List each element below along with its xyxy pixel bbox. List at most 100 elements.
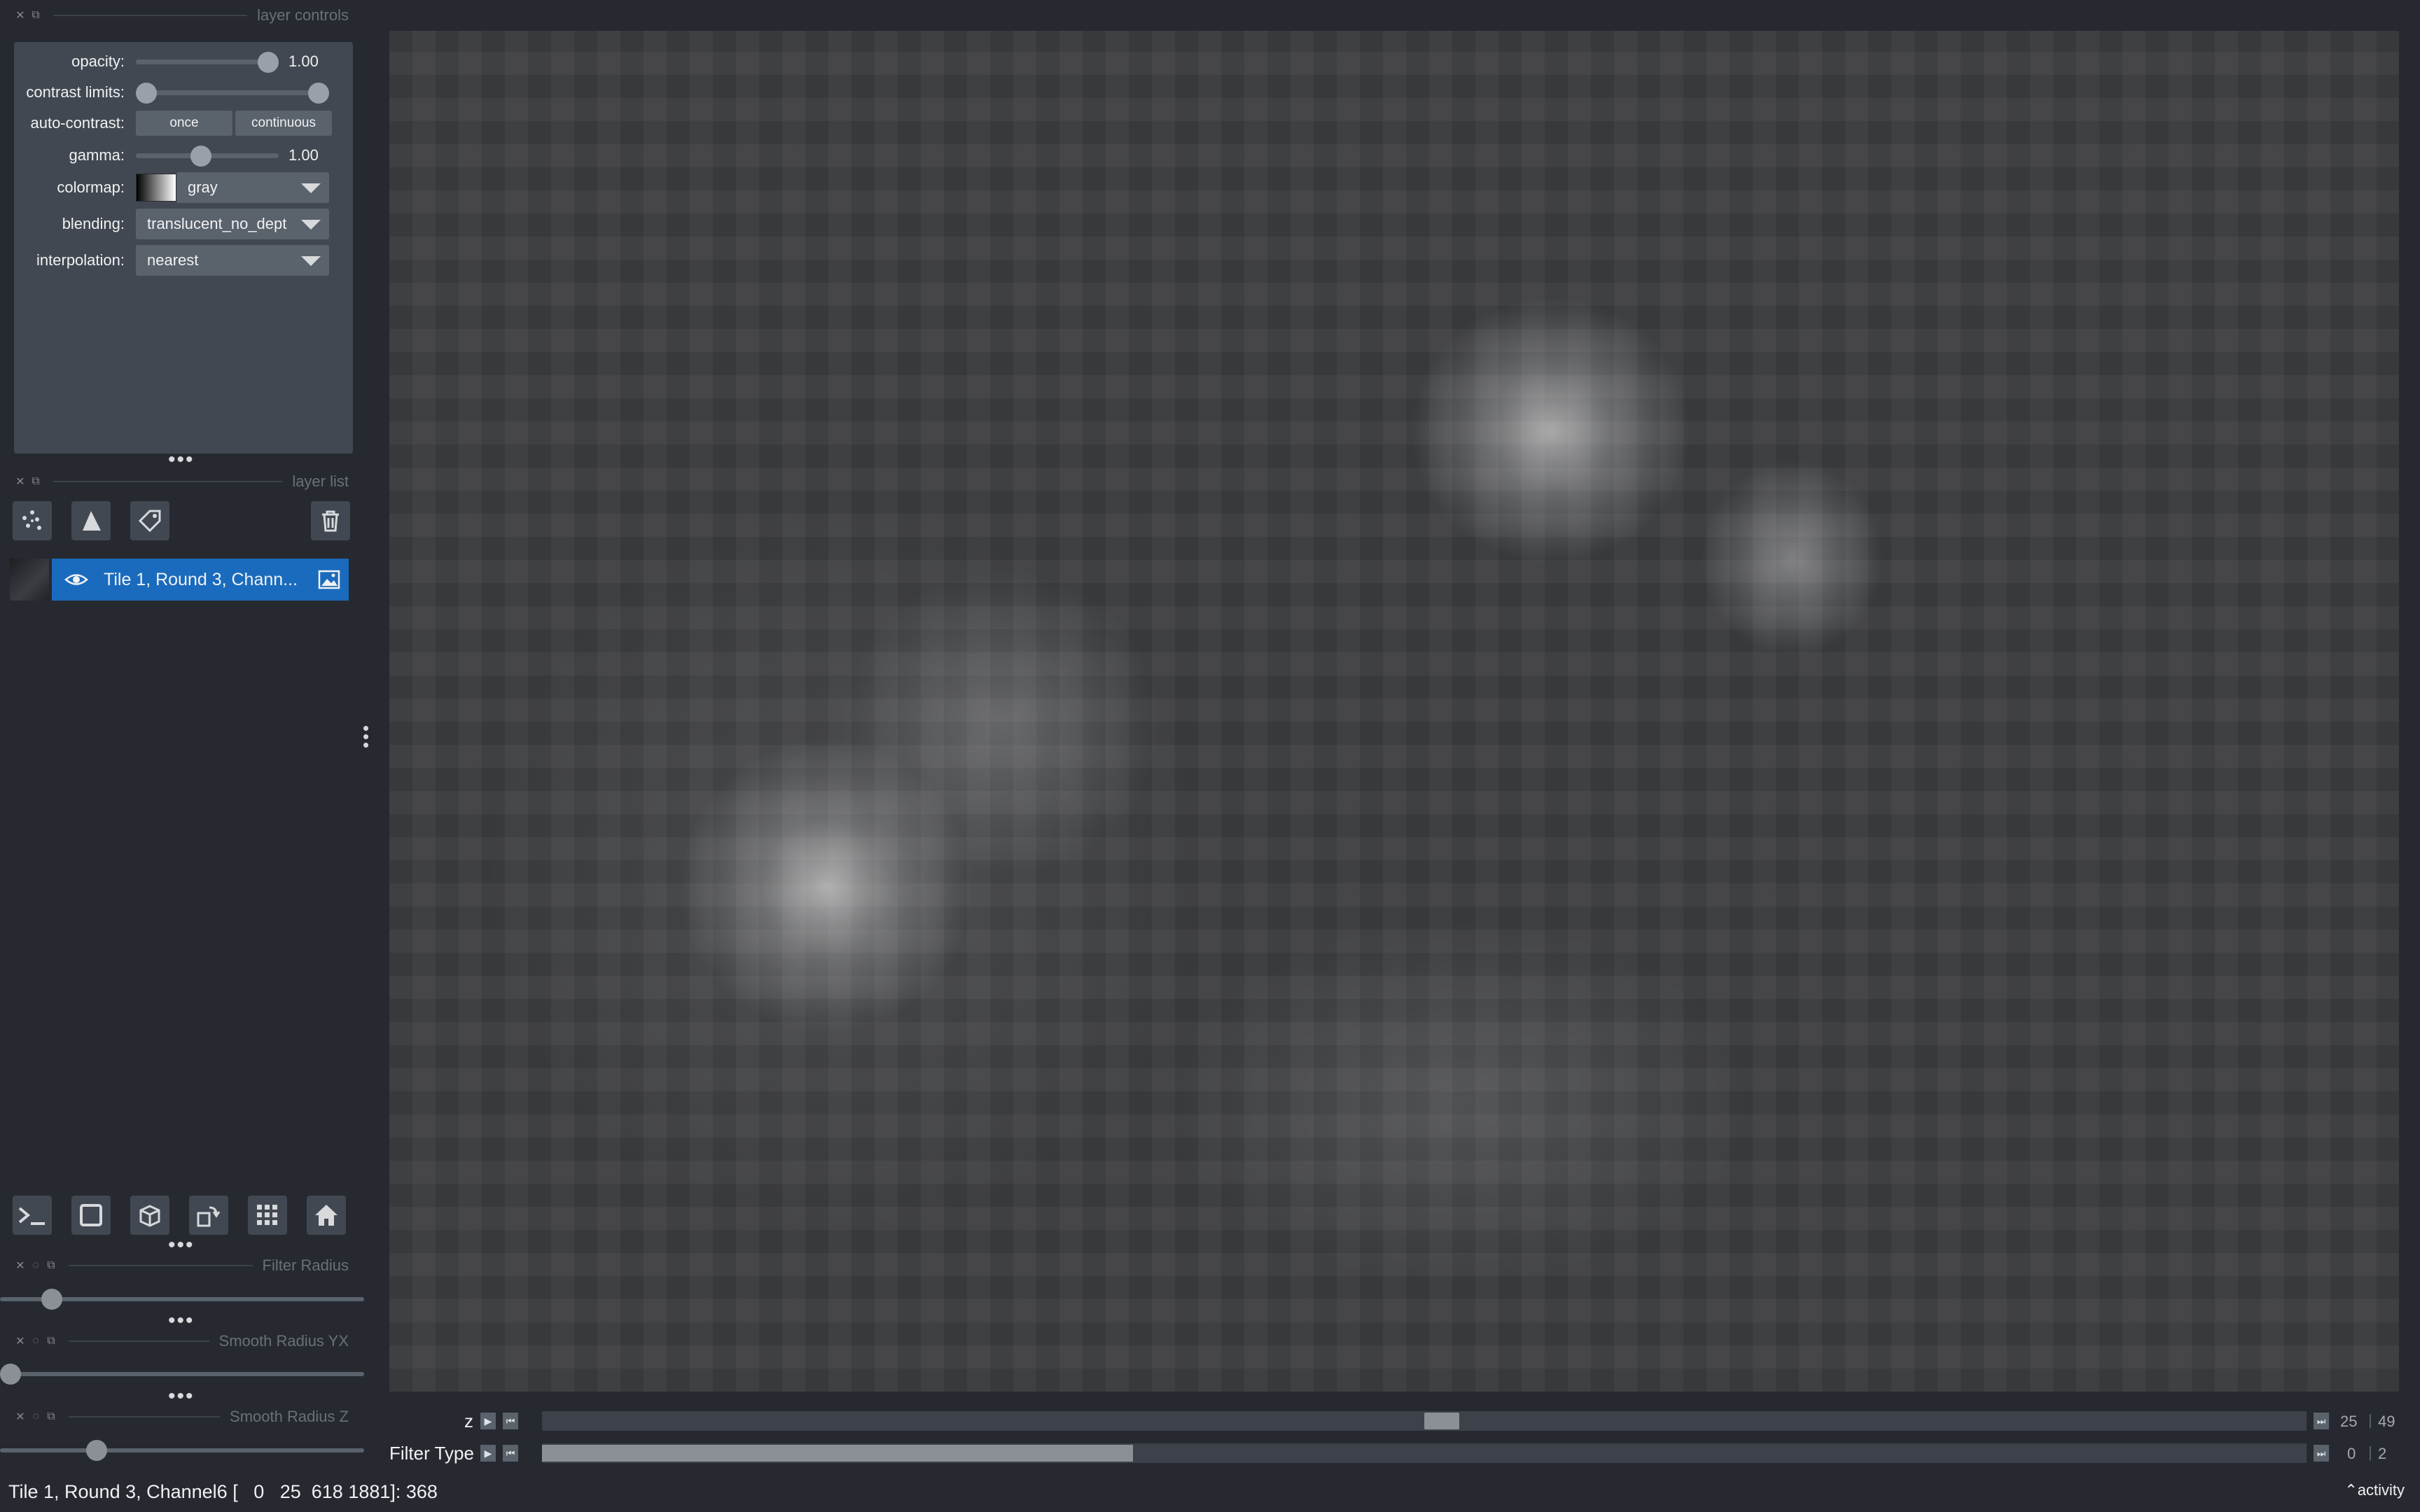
smooth-radius-yx-handle[interactable] (0, 1364, 21, 1385)
play-icon: ▶ (484, 1447, 492, 1459)
image-icon (318, 570, 340, 589)
gamma-label: gamma: (69, 146, 125, 164)
new-points-layer-button[interactable] (13, 501, 52, 540)
opacity-slider[interactable] (136, 46, 279, 77)
layer-list-titlebar: ✕ ⧉ layer list (13, 466, 349, 497)
colormap-row: colormap: gray (14, 172, 353, 203)
play-button[interactable]: ▶ (480, 1413, 496, 1429)
filter-type-slider-track[interactable] (542, 1443, 2307, 1463)
titlebar-divider (69, 1340, 209, 1342)
activity-button[interactable]: ⌃activity (2344, 1481, 2405, 1499)
z-slider-handle[interactable] (1424, 1413, 1459, 1429)
dim-label-z[interactable]: z (389, 1410, 480, 1432)
splitter-handle-dots[interactable]: ••• (168, 449, 195, 470)
titlebar-divider (53, 15, 248, 16)
activity-label: activity (2357, 1481, 2405, 1499)
rotate-icon (197, 1206, 221, 1227)
step-back-icon: ⏮ (506, 1447, 515, 1459)
hide-icon[interactable]: ◌ (28, 1409, 43, 1424)
layer-list-item[interactable]: Tile 1, Round 3, Chann... (52, 559, 349, 601)
image-canvas[interactable] (389, 31, 2399, 1392)
visibility-eye-icon[interactable] (64, 568, 88, 592)
z-separator: | (2368, 1411, 2372, 1429)
step-forward-button[interactable]: ⏭ (2314, 1445, 2329, 1462)
hide-icon[interactable]: ◌ (28, 1258, 43, 1273)
smooth-radius-yx-slider[interactable] (0, 1360, 364, 1388)
new-shapes-layer-button[interactable] (71, 501, 111, 540)
delete-layer-button[interactable] (311, 501, 350, 540)
auto-contrast-continuous-button[interactable]: continuous (235, 111, 332, 136)
layer-controls-titlebar: ✕ ⧉ layer controls (13, 0, 349, 31)
square-icon (80, 1204, 102, 1226)
roll-dimensions-button[interactable] (130, 1196, 169, 1235)
grid-view-button[interactable] (248, 1196, 287, 1235)
dim-label-filter-type[interactable]: Filter Type (389, 1443, 480, 1464)
filter-radius-handle[interactable] (41, 1289, 62, 1310)
float-icon[interactable]: ✕ (13, 8, 28, 23)
auto-contrast-row: auto-contrast: once continuous (14, 108, 353, 139)
blending-dropdown[interactable]: translucent_no_depth (136, 209, 329, 239)
step-forward-icon: ⏭ (2316, 1415, 2326, 1427)
hide-icon[interactable]: ◌ (28, 1334, 43, 1349)
step-back-button[interactable]: ⏮ (503, 1413, 518, 1429)
gamma-row: gamma: 1.00 (14, 140, 353, 171)
opacity-slider-handle[interactable] (258, 52, 279, 73)
float-icon[interactable]: ✕ (13, 474, 28, 489)
z-current-value[interactable]: 25 (2340, 1413, 2357, 1431)
filter-radius-title: Filter Radius (262, 1256, 349, 1274)
dropdown-arrow-icon (301, 256, 321, 266)
transpose-button[interactable] (189, 1196, 228, 1235)
undock-icon[interactable]: ⧉ (43, 1258, 59, 1273)
undock-icon[interactable]: ⧉ (28, 474, 43, 489)
z-slider-track[interactable] (542, 1411, 2307, 1431)
colormap-dropdown[interactable]: gray (176, 172, 329, 203)
smooth-radius-z-handle[interactable] (86, 1440, 107, 1461)
filter-type-current-value[interactable]: 0 (2347, 1445, 2356, 1463)
blending-row: blending: translucent_no_depth (14, 209, 353, 239)
layer-name[interactable]: Tile 1, Round 3, Chann... (104, 570, 307, 590)
gamma-slider[interactable] (136, 140, 279, 171)
filter-radius-titlebar: ✕ ◌ ⧉ Filter Radius (13, 1250, 349, 1281)
console-icon (18, 1207, 45, 1225)
layer-controls-title: layer controls (257, 6, 349, 24)
step-forward-button[interactable]: ⏭ (2314, 1413, 2329, 1429)
blending-value: translucent_no_depth (147, 215, 287, 232)
splitter-handle-dots[interactable]: ••• (168, 1386, 195, 1407)
trash-icon (322, 510, 339, 532)
colormap-preview (136, 174, 176, 202)
vertical-splitter-dots[interactable]: • • • (363, 719, 370, 754)
close-icon[interactable]: ✕ (13, 1409, 28, 1424)
dropdown-arrow-icon (301, 220, 321, 230)
undock-icon[interactable]: ⧉ (43, 1334, 59, 1349)
new-labels-layer-button[interactable] (130, 501, 169, 540)
toggle-ndisplay-button[interactable] (71, 1196, 111, 1235)
splitter-handle-dots[interactable]: ••• (168, 1310, 195, 1331)
smooth-radius-z-title: Smooth Radius Z (230, 1408, 349, 1425)
step-back-button[interactable]: ⏮ (503, 1445, 518, 1462)
status-bar-text: Tile 1, Round 3, Channel6 [ 0 25 618 188… (8, 1481, 438, 1502)
undock-icon[interactable]: ⧉ (43, 1409, 59, 1424)
cube-icon (139, 1205, 160, 1227)
contrast-limit-high-handle[interactable] (308, 83, 329, 104)
reset-view-button[interactable] (307, 1196, 346, 1235)
splitter-handle-dots[interactable]: ••• (168, 1235, 195, 1256)
contrast-limits-slider[interactable] (136, 77, 329, 108)
play-icon: ▶ (484, 1415, 492, 1427)
close-icon[interactable]: ✕ (13, 1258, 28, 1273)
contrast-limits-label: contrast limits: (26, 83, 125, 101)
console-button[interactable] (13, 1196, 52, 1235)
contrast-limit-low-handle[interactable] (136, 83, 157, 104)
gamma-slider-handle[interactable] (190, 146, 211, 167)
layer-list-title: layer list (292, 472, 349, 490)
smooth-radius-z-slider[interactable] (0, 1436, 364, 1464)
titlebar-divider (69, 1265, 253, 1266)
smooth-radius-yx-titlebar: ✕ ◌ ⧉ Smooth Radius YX (13, 1326, 349, 1357)
opacity-value: 1.00 (288, 52, 319, 70)
interpolation-dropdown[interactable]: nearest (136, 245, 329, 276)
undock-icon[interactable]: ⧉ (28, 8, 43, 23)
auto-contrast-once-button[interactable]: once (136, 111, 232, 136)
play-button[interactable]: ▶ (480, 1445, 496, 1462)
opacity-row: opacity: 1.00 (14, 46, 353, 77)
close-icon[interactable]: ✕ (13, 1334, 28, 1349)
filter-type-slider-fill[interactable] (542, 1445, 1133, 1462)
